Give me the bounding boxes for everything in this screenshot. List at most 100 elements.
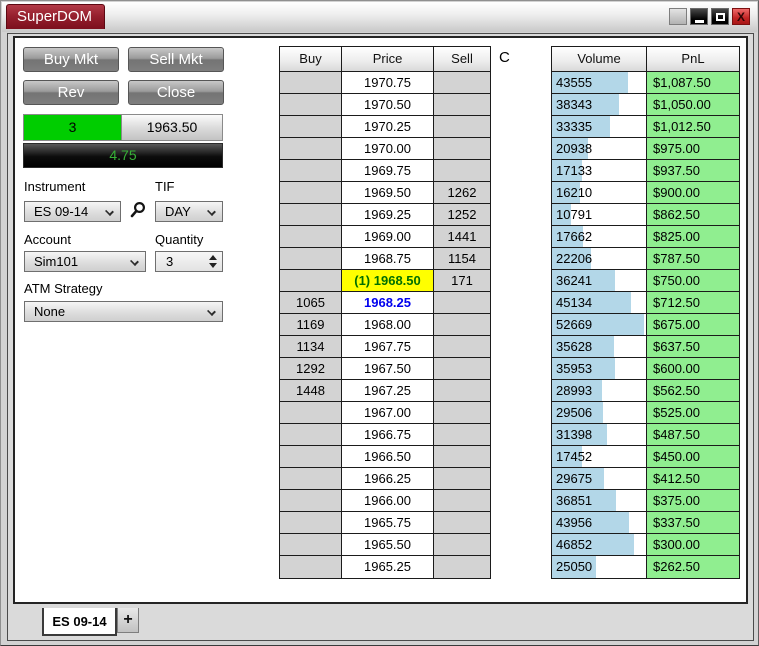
buy-depth-cell[interactable] <box>280 534 342 555</box>
volume-cell: 22206 <box>552 248 647 269</box>
stats-rows: 43555$1,087.5038343$1,050.0033335$1,012.… <box>552 72 739 578</box>
minimize-button[interactable] <box>690 8 708 25</box>
price-cell: 1969.00 <box>342 226 434 247</box>
buy-depth-cell[interactable]: 1292 <box>280 358 342 379</box>
sell-depth-cell[interactable] <box>434 160 490 181</box>
dom-row: 1969.251252 <box>280 204 490 226</box>
tif-select[interactable]: DAY <box>155 201 223 222</box>
tab-es-09-14[interactable]: ES 09-14 <box>42 608 117 636</box>
buy-depth-cell[interactable] <box>280 248 342 269</box>
sell-depth-cell[interactable] <box>434 116 490 137</box>
buy-depth-cell[interactable] <box>280 160 342 181</box>
sell-depth-cell[interactable] <box>434 402 490 423</box>
dom-row: 12921967.50 <box>280 358 490 380</box>
sell-depth-cell[interactable]: 1441 <box>434 226 490 247</box>
dom-row: 1967.00 <box>280 402 490 424</box>
volume-value: 28993 <box>552 383 592 398</box>
sell-depth-cell[interactable] <box>434 424 490 445</box>
atm-strategy-select[interactable]: None <box>24 301 223 322</box>
sell-depth-cell[interactable] <box>434 314 490 335</box>
sell-market-button[interactable]: Sell Mkt <box>128 47 224 72</box>
dom-row: 1969.501262 <box>280 182 490 204</box>
account-value: Sim101 <box>34 254 78 269</box>
dom-row: 1966.00 <box>280 490 490 512</box>
stats-row: 28993$562.50 <box>552 380 739 402</box>
title-bar[interactable]: SuperDOM X <box>2 2 757 32</box>
buy-depth-cell[interactable] <box>280 138 342 159</box>
volume-cell: 35953 <box>552 358 647 379</box>
buy-depth-cell[interactable] <box>280 116 342 137</box>
spinner-up-icon[interactable] <box>209 255 217 260</box>
buy-depth-cell[interactable]: 1169 <box>280 314 342 335</box>
client-area: Buy Mkt Sell Mkt Rev Close 3 1963.50 4.7… <box>7 33 754 641</box>
volume-cell: 29506 <box>552 402 647 423</box>
buy-depth-cell[interactable] <box>280 226 342 247</box>
pnl-cell: $825.00 <box>647 226 739 247</box>
price-cell: 1970.75 <box>342 72 434 93</box>
reverse-button[interactable]: Rev <box>23 80 119 105</box>
sell-depth-cell[interactable] <box>434 534 490 555</box>
sell-depth-cell[interactable] <box>434 512 490 533</box>
buy-depth-cell[interactable] <box>280 402 342 423</box>
center-button[interactable]: C <box>499 49 510 66</box>
pnl-cell: $262.50 <box>647 556 739 578</box>
buy-depth-cell[interactable] <box>280 270 342 291</box>
volume-value: 17452 <box>552 449 592 464</box>
sell-depth-cell[interactable] <box>434 94 490 115</box>
buy-depth-cell[interactable]: 1448 <box>280 380 342 401</box>
buy-depth-cell[interactable] <box>280 490 342 511</box>
sell-depth-cell[interactable]: 1154 <box>434 248 490 269</box>
sell-depth-cell[interactable] <box>434 490 490 511</box>
sell-depth-cell[interactable]: 171 <box>434 270 490 291</box>
buy-depth-cell[interactable]: 1134 <box>280 336 342 357</box>
instrument-select[interactable]: ES 09-14 <box>24 201 121 222</box>
buy-depth-cell[interactable]: 1065 <box>280 292 342 313</box>
volume-cell: 38343 <box>552 94 647 115</box>
sell-depth-cell[interactable] <box>434 358 490 379</box>
buy-depth-cell[interactable] <box>280 72 342 93</box>
sell-depth-cell[interactable] <box>434 468 490 489</box>
sell-depth-cell[interactable] <box>434 380 490 401</box>
sell-column-header[interactable]: Sell <box>434 47 490 71</box>
pnl-column-header[interactable]: PnL <box>647 47 739 71</box>
add-tab-button[interactable]: + <box>117 608 139 633</box>
volume-cell: 20938 <box>552 138 647 159</box>
price-column-header[interactable]: Price <box>342 47 434 71</box>
close-icon: X <box>737 11 745 23</box>
buy-depth-cell[interactable] <box>280 182 342 203</box>
sell-depth-cell[interactable] <box>434 292 490 313</box>
instrument-search-button[interactable] <box>128 201 148 221</box>
stats-row: 10791$862.50 <box>552 204 739 226</box>
spinner-down-icon[interactable] <box>209 263 217 268</box>
volume-cell: 43956 <box>552 512 647 533</box>
pnl-cell: $712.50 <box>647 292 739 313</box>
sell-depth-cell[interactable]: 1262 <box>434 182 490 203</box>
buy-depth-cell[interactable] <box>280 556 342 578</box>
window-extra-button[interactable] <box>669 8 687 25</box>
sell-depth-cell[interactable] <box>434 72 490 93</box>
sell-depth-cell[interactable]: 1252 <box>434 204 490 225</box>
buy-column-header[interactable]: Buy <box>280 47 342 71</box>
tif-value: DAY <box>165 204 191 219</box>
buy-depth-cell[interactable] <box>280 512 342 533</box>
quantity-stepper[interactable]: 3 <box>155 251 223 272</box>
dom-row: (1) 1968.50171 <box>280 270 490 292</box>
buy-depth-cell[interactable] <box>280 468 342 489</box>
volume-cell: 36851 <box>552 490 647 511</box>
sell-depth-cell[interactable] <box>434 336 490 357</box>
sell-depth-cell[interactable] <box>434 446 490 467</box>
buy-depth-cell[interactable] <box>280 424 342 445</box>
close-button[interactable]: X <box>732 8 750 25</box>
buy-depth-cell[interactable] <box>280 446 342 467</box>
account-select[interactable]: Sim101 <box>24 251 146 272</box>
maximize-button[interactable] <box>711 8 729 25</box>
volume-pnl-table: Volume PnL 43555$1,087.5038343$1,050.003… <box>551 46 740 579</box>
buy-market-button[interactable]: Buy Mkt <box>23 47 119 72</box>
buy-depth-cell[interactable] <box>280 204 342 225</box>
buy-depth-cell[interactable] <box>280 94 342 115</box>
volume-value: 17133 <box>552 163 592 178</box>
sell-depth-cell[interactable] <box>434 138 490 159</box>
close-position-button[interactable]: Close <box>128 80 224 105</box>
volume-column-header[interactable]: Volume <box>552 47 647 71</box>
sell-depth-cell[interactable] <box>434 556 490 578</box>
